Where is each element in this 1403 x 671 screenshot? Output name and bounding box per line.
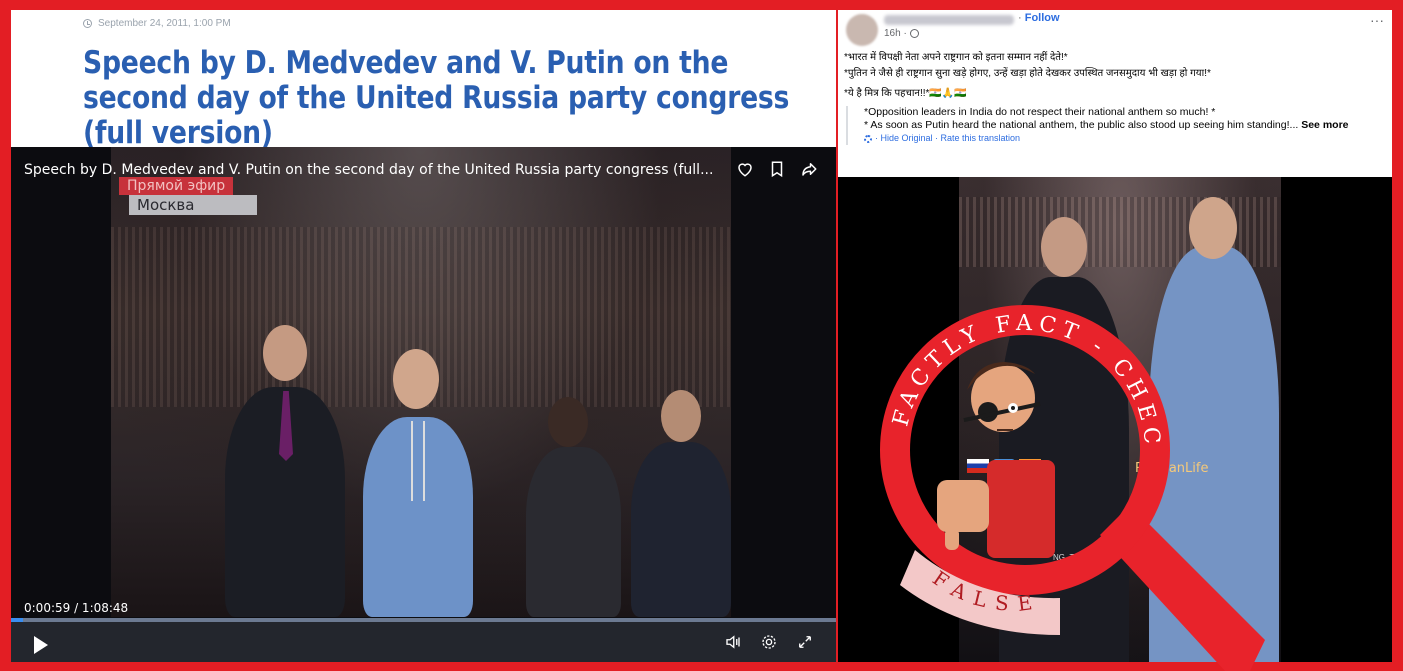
video-controls [11,622,836,662]
post-text-line: *भारत में विपक्षी नेता अपने राष्ट्रगान क… [844,52,1068,63]
article-date-text: September 24, 2011, 1:00 PM [98,18,231,29]
fact-check-stamp: FACTLY FACT - CHECK FALSE [845,300,1265,671]
video-top-icons [736,160,818,178]
article-headline: Speech by D. Medvedev and V. Putin on th… [83,45,790,151]
post-meta: 16h · [884,28,919,39]
avatar[interactable] [846,14,878,46]
video-person-putin [225,325,345,617]
settings-icon[interactable] [760,633,778,651]
share-icon[interactable] [800,160,818,178]
translation-links: · Hide Original · Rate this translation [864,132,1366,145]
bookmark-icon[interactable] [768,160,786,178]
city-badge: Москва [129,195,257,215]
globe-icon [909,29,919,38]
translation-links-text[interactable]: · Hide Original · Rate this translation [875,132,1020,145]
post-text-line: *पुतिन ने जैसे ही राष्ट्रगान सुना खड़े ह… [844,68,1211,79]
heart-icon[interactable] [736,160,754,178]
settings-gear-icon[interactable] [864,134,872,143]
video-person-blue-shirt [363,349,473,617]
video-player[interactable]: Прямой эфир Москва Speech by D. Medvedev… [11,147,836,662]
article-date: September 24, 2011, 1:00 PM [83,18,231,29]
video-person-woman [526,397,621,617]
play-icon[interactable] [34,636,48,654]
video-person-suit [631,390,731,617]
live-badge: Прямой эфир [119,177,234,195]
mascot-thumbs-down [937,362,1055,558]
post-time: 16h · [884,28,907,39]
more-options-icon[interactable]: ··· [1370,12,1384,28]
video-timecode: 0:00:59 / 1:08:48 [24,601,129,615]
clock-icon [83,19,92,28]
author-name-blurred[interactable] [884,15,1014,25]
follow-button[interactable]: · Follow [1018,12,1060,24]
volume-icon[interactable] [724,633,742,651]
post-text-line: *ये है मित्र कि पहचान!!*🇮🇳🙏🇮🇳 [844,88,967,99]
fullscreen-icon[interactable] [796,633,814,651]
translation-line: *Opposition leaders in India do not resp… [864,106,1216,118]
video-title[interactable]: Speech by D. Medvedev and V. Putin on th… [24,162,724,178]
translation-block: *Opposition leaders in India do not resp… [846,106,1366,145]
translation-line: * As soon as Putin heard the national an… [864,119,1299,131]
article-panel: September 24, 2011, 1:00 PM Speech by D.… [11,10,836,662]
see-more-link[interactable]: See more [1301,119,1348,131]
post-card: · Follow 16h · ··· *भारत में विपक्षी नेत… [838,10,1392,177]
